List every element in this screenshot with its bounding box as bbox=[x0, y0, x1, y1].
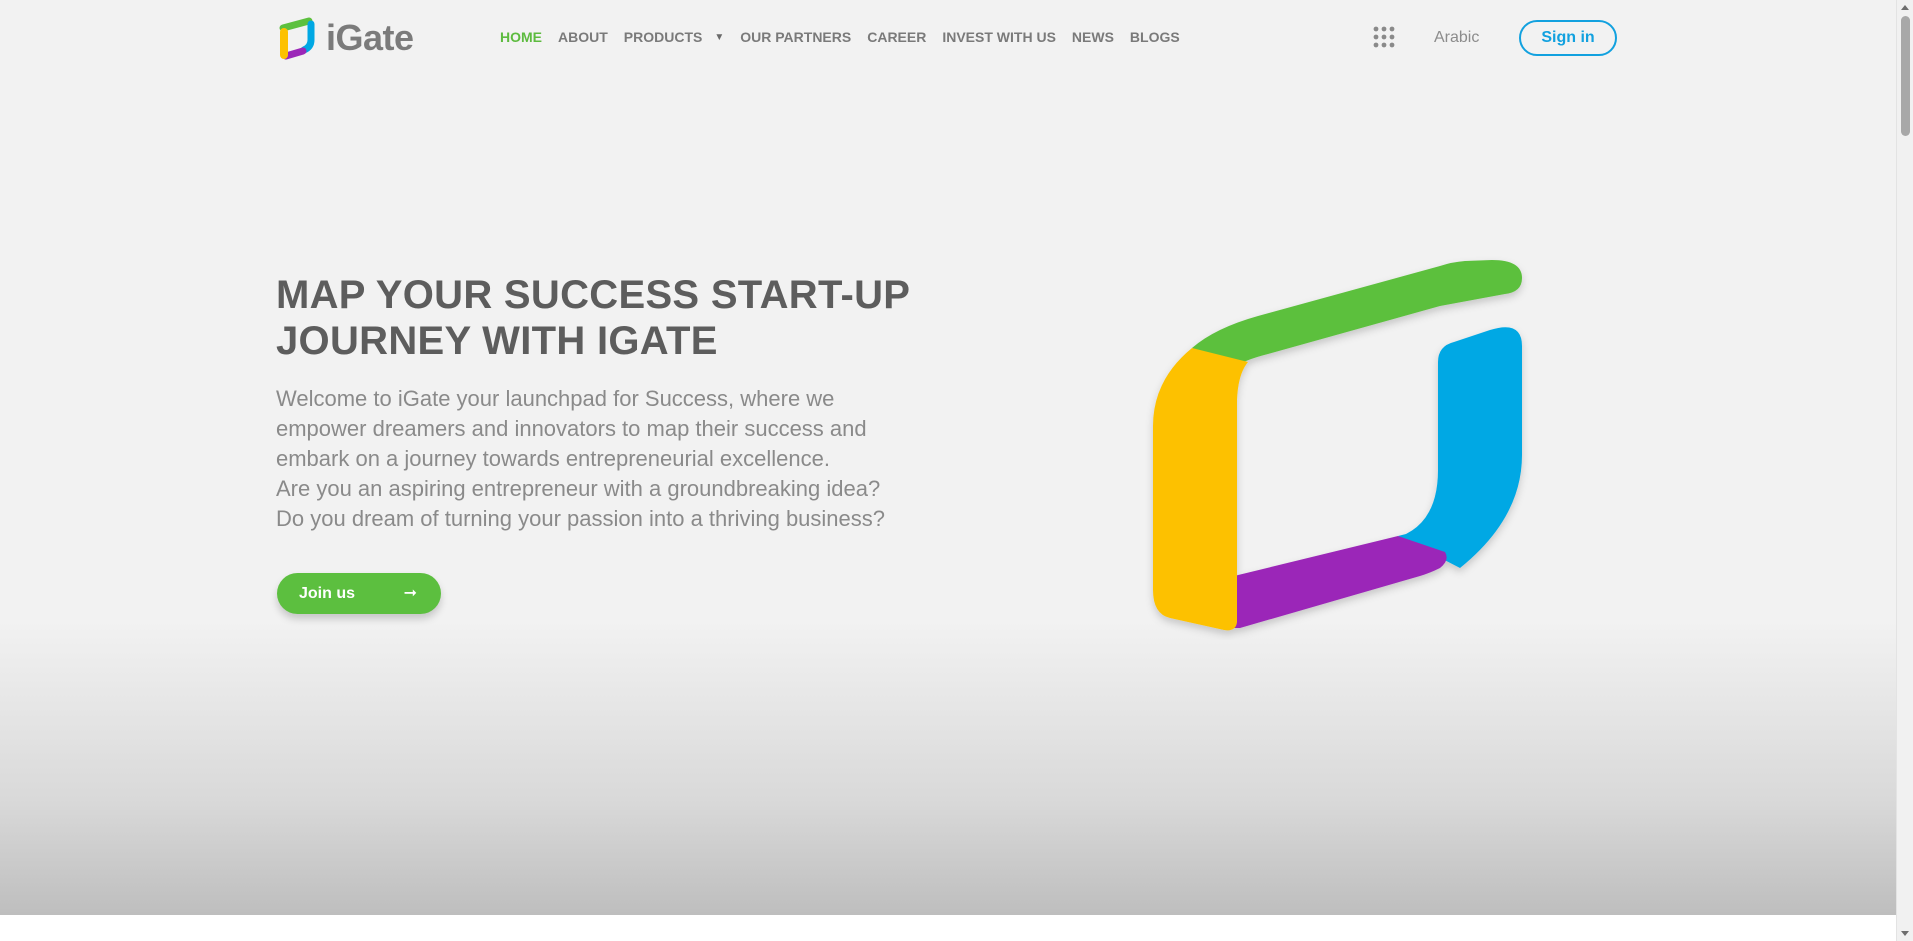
chevron-down-icon: ▼ bbox=[714, 31, 725, 43]
nav-career[interactable]: CAREER bbox=[867, 29, 926, 45]
brand-logo[interactable]: iGate bbox=[275, 14, 414, 62]
nav-invest-label: INVEST WITH US bbox=[942, 29, 1056, 45]
nav-about[interactable]: ABOUT bbox=[558, 29, 608, 45]
grid-dots-icon[interactable] bbox=[1372, 25, 1396, 54]
nav-blogs[interactable]: BLOGS bbox=[1130, 29, 1180, 45]
join-us-button[interactable]: Join us ➞ bbox=[277, 573, 441, 614]
hero-logo-illustration bbox=[1140, 250, 1560, 645]
nav-about-label: ABOUT bbox=[558, 29, 608, 45]
nav-our-partners-label: OUR PARTNERS bbox=[740, 29, 852, 45]
next-section-edge bbox=[0, 915, 1896, 941]
nav-products[interactable]: PRODUCTS ▼ bbox=[624, 29, 724, 45]
nav-career-label: CAREER bbox=[867, 29, 927, 45]
sign-in-button[interactable]: Sign in bbox=[1519, 20, 1617, 56]
igate-emblem-icon bbox=[1153, 260, 1522, 631]
hero-text-line: empower dreamers and innovators to map t… bbox=[276, 416, 867, 441]
hero-text-line: Are you an aspiring entrepreneur with a … bbox=[276, 476, 881, 501]
scroll-down-arrow-icon[interactable] bbox=[1901, 931, 1909, 936]
hero-text-line: Welcome to iGate your launchpad for Succ… bbox=[276, 386, 835, 411]
hero-title: MAP YOUR SUCCESS START-UP JOURNEY WITH I… bbox=[276, 272, 976, 364]
page-scrollbar[interactable] bbox=[1896, 0, 1913, 941]
nav-home-label: HOME bbox=[500, 29, 542, 45]
nav-home[interactable]: HOME bbox=[500, 29, 542, 45]
scrollbar-thumb[interactable] bbox=[1901, 16, 1910, 136]
hero-title-line1: MAP YOUR SUCCESS START-UP bbox=[276, 273, 911, 317]
hero-title-line2: JOURNEY WITH IGATE bbox=[276, 319, 718, 363]
main-nav: HOME ABOUT PRODUCTS ▼ OUR PARTNERS CAREER… bbox=[500, 29, 1196, 45]
brand-name: iGate bbox=[326, 17, 414, 58]
nav-invest-with-us[interactable]: INVEST WITH US bbox=[942, 29, 1056, 45]
nav-blogs-label: BLOGS bbox=[1129, 29, 1180, 45]
igate-logo-icon bbox=[279, 17, 315, 60]
language-switch-link[interactable]: Arabic bbox=[1434, 29, 1479, 47]
nav-products-label: PRODUCTS bbox=[623, 29, 703, 45]
nav-news[interactable]: NEWS bbox=[1072, 29, 1114, 45]
nav-news-label: NEWS bbox=[1071, 29, 1114, 45]
arrow-right-icon: ➞ bbox=[403, 585, 417, 602]
scroll-up-arrow-icon[interactable] bbox=[1901, 5, 1909, 10]
nav-our-partners[interactable]: OUR PARTNERS bbox=[740, 29, 851, 45]
hero-text-line: Do you dream of turning your passion int… bbox=[276, 506, 886, 531]
site-header: iGate HOME ABOUT PRODUCTS ▼ OUR PARTNERS … bbox=[0, 0, 1896, 78]
join-us-label: Join us bbox=[299, 584, 356, 602]
hero-description: Welcome to iGate your launchpad for Succ… bbox=[276, 384, 976, 534]
hero-text-line: embark on a journey towards entrepreneur… bbox=[276, 446, 830, 471]
